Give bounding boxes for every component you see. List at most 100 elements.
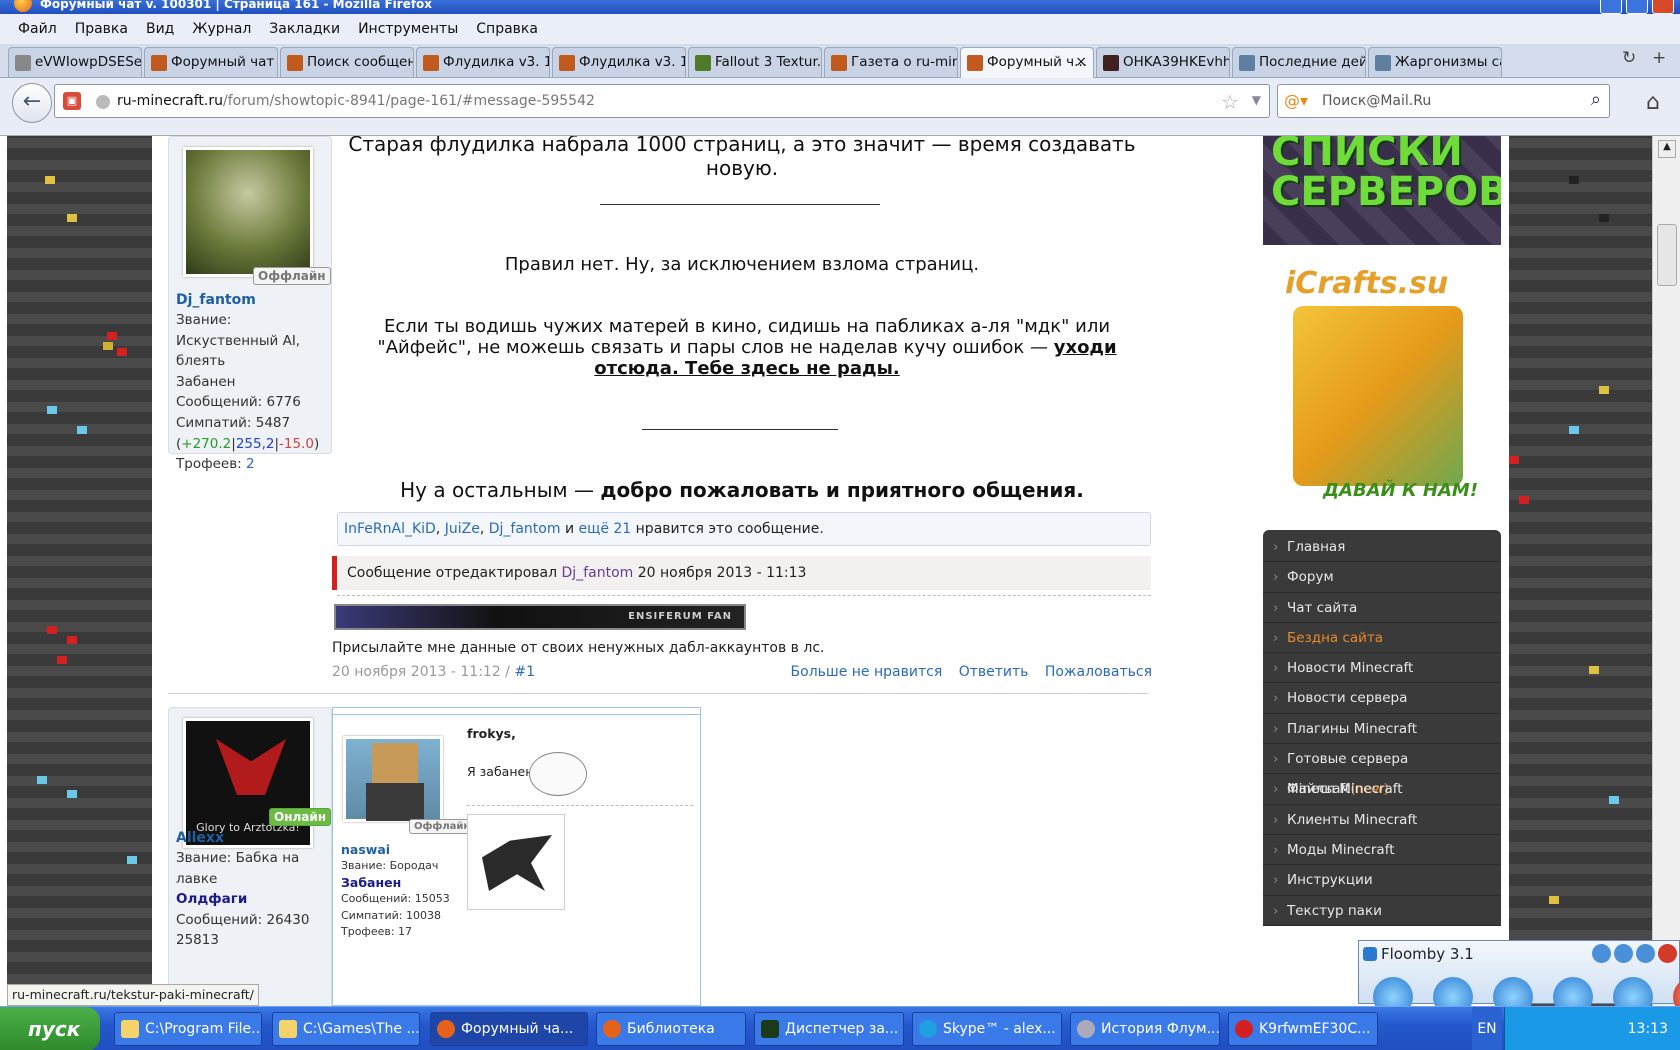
ore xyxy=(77,426,87,434)
start-button[interactable]: пуск xyxy=(0,1007,100,1050)
server-list-banner[interactable]: СПИСКИ СЕРВЕРОВ xyxy=(1263,136,1501,245)
floomby-close-icon[interactable] xyxy=(1658,944,1677,963)
tab[interactable]: OHKA39HKEvhh... xyxy=(1096,47,1230,77)
trophies-link[interactable]: 2 xyxy=(246,456,255,472)
vertical-scrollbar[interactable]: ▲ xyxy=(1652,136,1680,1006)
tab[interactable]: Поиск сообщен... xyxy=(280,47,414,77)
search-icon[interactable]: ⌕ xyxy=(1591,89,1601,110)
floomby-minimize-icon[interactable] xyxy=(1636,944,1655,963)
site-identity-icon[interactable] xyxy=(96,95,110,109)
sidebar-item-instructions[interactable]: Инструкции xyxy=(1263,865,1501,896)
new-tab-icon[interactable]: + xyxy=(1652,48,1666,68)
ore xyxy=(47,626,57,634)
menu-help[interactable]: Справка xyxy=(476,21,538,37)
menu-edit[interactable]: Правка xyxy=(75,21,128,37)
user-rank: Звание: Искуственный AI, блеять xyxy=(176,312,301,370)
avatar[interactable] xyxy=(183,147,313,277)
scroll-up-icon[interactable]: ▲ xyxy=(1658,140,1676,158)
menu-bookmarks[interactable]: Закладки xyxy=(269,21,340,37)
rep-negative: -15.0 xyxy=(279,435,314,452)
like-user-link[interactable]: JuiZe xyxy=(445,521,480,537)
tab[interactable]: Fallout 3 Textur... xyxy=(688,47,822,77)
post-permalink[interactable]: #1 xyxy=(514,664,535,680)
close-tab-icon[interactable]: × xyxy=(1075,48,1087,76)
tab[interactable]: eVWIowpDSESe... xyxy=(8,47,142,77)
user-info: Звание: Искуственный AI, блеять Забанен … xyxy=(176,310,326,475)
sidebar-item-home[interactable]: Главная xyxy=(1263,532,1501,563)
like-user-link[interactable]: InFeRnAl_KiD xyxy=(344,521,436,537)
ore xyxy=(67,214,77,222)
taskbar-item[interactable]: История Флум... xyxy=(1070,1012,1220,1046)
close-window-button[interactable] xyxy=(1652,0,1674,14)
user-trophies: Трофеев: 2 xyxy=(176,454,326,475)
sidebar-item-minecraft-news[interactable]: Новости Minecraft xyxy=(1263,653,1501,684)
back-button[interactable]: ← xyxy=(12,83,52,123)
sidebar-item-ready-servers[interactable]: Готовые сервера Minecraft(new) xyxy=(1263,744,1501,797)
username-link[interactable]: Allexx xyxy=(176,830,224,846)
maximize-button[interactable] xyxy=(1626,0,1648,14)
floomby-widget[interactable]: Floomby 3.1 xyxy=(1358,940,1680,1017)
firefox-icon[interactable] xyxy=(14,0,32,12)
search-bar[interactable]: @▾ Поиск@Mail.Ru ⌕ xyxy=(1277,84,1610,118)
scroll-thumb[interactable] xyxy=(1657,224,1677,286)
ore xyxy=(1509,456,1519,464)
tab[interactable]: Флудилка v3. 1... xyxy=(416,47,550,77)
menu-file[interactable]: Файл xyxy=(18,21,57,37)
taskbar-item[interactable]: Skype™ - alex... xyxy=(912,1012,1062,1046)
menu-history[interactable]: Журнал xyxy=(192,21,251,37)
language-indicator[interactable]: EN xyxy=(1472,1007,1502,1050)
likes-more-link[interactable]: ещё 21 xyxy=(579,521,632,537)
taskbar-item[interactable]: C:\Games\The ... xyxy=(272,1012,420,1046)
username-link[interactable]: Dj_fantom xyxy=(176,292,256,308)
post-line-1: Старая флудилка набрала 1000 страниц, а … xyxy=(348,136,1136,180)
sidebar-item-plugins[interactable]: Плагины Minecraft xyxy=(1263,714,1501,745)
floomby-user-icon[interactable] xyxy=(1592,944,1611,963)
sidebar-item-files[interactable]: Файлы Minecraft xyxy=(1263,774,1501,805)
status-url: ru-minecraft.ru/tekstur-paki-minecraft/ xyxy=(7,984,259,1006)
editor-link[interactable]: Dj_fantom xyxy=(562,565,634,581)
taskbar-item[interactable]: Диспетчер за... xyxy=(754,1012,904,1046)
taskbar-item[interactable]: Библиотека xyxy=(596,1012,746,1046)
tab[interactable]: Флудилка v3. 1... xyxy=(552,47,686,77)
ore xyxy=(1519,496,1529,504)
sidebar-item-server-news[interactable]: Новости сервера xyxy=(1263,683,1501,714)
search-engine-icon[interactable]: @▾ xyxy=(1284,91,1308,110)
sidebar-item-chat[interactable]: Чат сайта xyxy=(1263,593,1501,623)
tab-active[interactable]: Форумный ч... × xyxy=(960,47,1094,79)
minimize-button[interactable] xyxy=(1600,0,1622,14)
avatar-body xyxy=(366,783,424,821)
floomby-help-icon[interactable] xyxy=(1614,944,1633,963)
tab-list-icon[interactable]: ↻ xyxy=(1622,48,1636,68)
sidebar-item-mods[interactable]: Моды Minecraft xyxy=(1263,835,1501,866)
post-warning: Если ты водишь чужих матерей в кино, сид… xyxy=(352,316,1142,379)
taskbar-item-active[interactable]: Форумный ча... xyxy=(430,1012,588,1046)
sidebar-item-abyss[interactable]: Бездна сайта xyxy=(1263,623,1501,654)
tree-icon xyxy=(695,55,711,71)
url-dropdown-icon[interactable]: ▼ xyxy=(1252,93,1261,107)
sidebar-item-texture-packs[interactable]: Текстур паки xyxy=(1263,896,1501,926)
taskbar-item[interactable]: K9rfwmEF30C... xyxy=(1228,1012,1378,1046)
avatar[interactable] xyxy=(343,736,443,822)
bookmark-star-icon[interactable]: ☆ xyxy=(1221,90,1239,114)
sidebar-item-clients[interactable]: Клиенты Minecraft xyxy=(1263,805,1501,835)
menu-tools[interactable]: Инструменты xyxy=(358,21,458,37)
menu-view[interactable]: Вид xyxy=(146,21,174,37)
report-button[interactable]: Пожаловаться xyxy=(1045,664,1152,680)
username-link[interactable]: naswai xyxy=(341,842,390,857)
ore xyxy=(1589,666,1599,674)
taskbar-item[interactable]: C:\Program File... xyxy=(114,1012,262,1046)
sidebar-item-forum[interactable]: Форум xyxy=(1263,562,1501,593)
tab[interactable]: Газета о ru-min... xyxy=(824,47,958,77)
icrafts-banner[interactable]: iCrafts.su ДАВАЙ К НАМ! xyxy=(1263,258,1501,514)
url-bar[interactable]: ▣ ru-minecraft.ru/forum/showtopic-8941/p… xyxy=(54,84,1270,118)
user-rank: Звание: Бородач xyxy=(341,859,439,872)
tab[interactable]: Последние дей... xyxy=(1232,47,1366,77)
avatar[interactable]: Glory to Arztotzka! xyxy=(183,718,313,848)
unlike-button[interactable]: Больше не нравится xyxy=(791,664,943,680)
like-user-link[interactable]: Dj_fantom xyxy=(489,521,561,537)
embed-border xyxy=(333,714,700,715)
tab[interactable]: Жаргонизмы са... xyxy=(1368,47,1502,77)
home-icon[interactable]: ⌂ xyxy=(1646,90,1660,115)
tab[interactable]: Форумный чат ... xyxy=(144,47,278,77)
reply-button[interactable]: Ответить xyxy=(959,664,1029,680)
